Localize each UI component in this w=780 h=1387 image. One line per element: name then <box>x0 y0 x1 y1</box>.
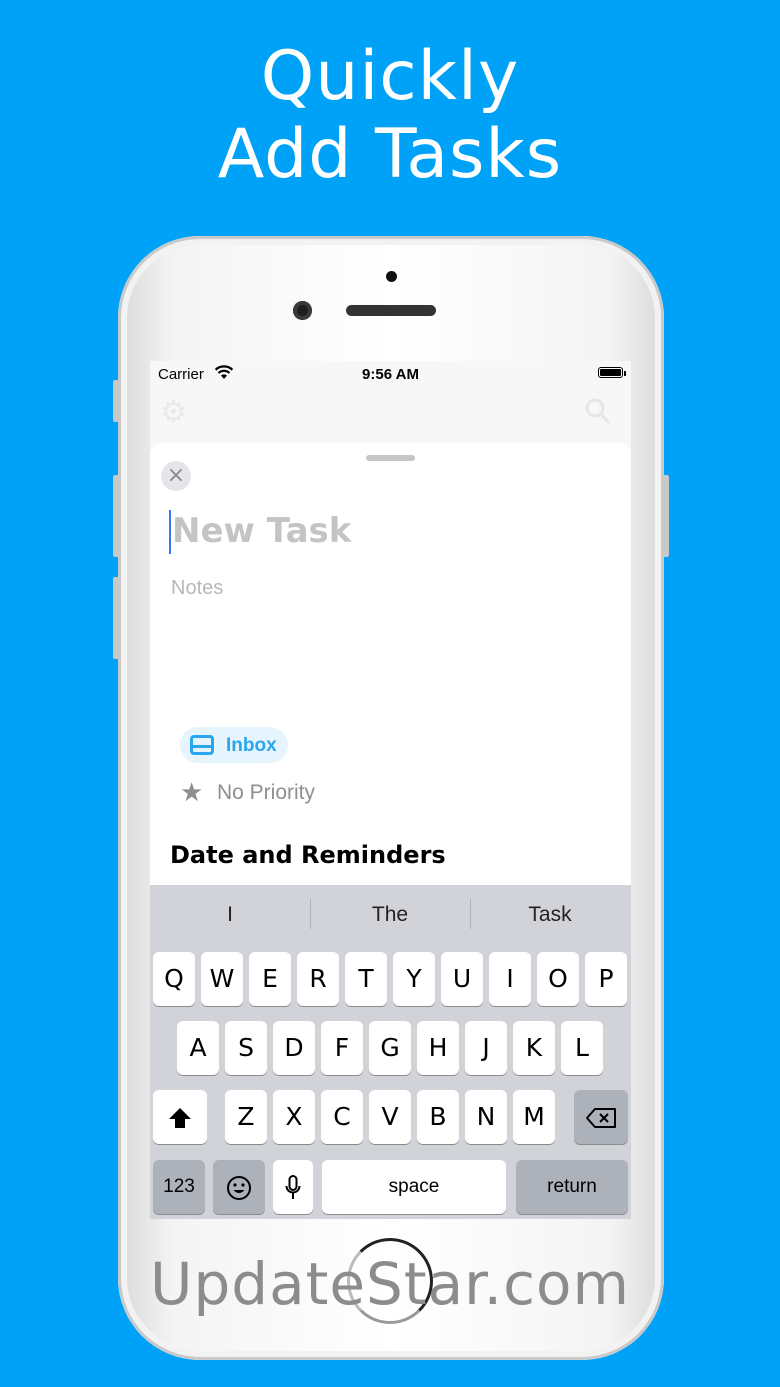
suggestion-bar: I The Task <box>150 885 631 947</box>
delete-key[interactable] <box>574 1090 628 1144</box>
phone-volume-up <box>113 475 119 557</box>
phone-mute-switch <box>113 380 119 422</box>
inbox-tray-icon <box>190 735 214 755</box>
key-l[interactable]: L <box>561 1021 603 1075</box>
task-title-input[interactable]: New Task <box>172 511 351 551</box>
key-e[interactable]: E <box>249 952 291 1006</box>
key-k[interactable]: K <box>513 1021 555 1075</box>
watermark-text: UpdateStar.com <box>150 1250 630 1318</box>
emoji-key[interactable] <box>213 1160 265 1214</box>
space-key[interactable]: space <box>322 1160 506 1214</box>
battery-tip <box>624 371 626 376</box>
sheet-grabber[interactable] <box>366 455 415 461</box>
key-m[interactable]: M <box>513 1090 555 1144</box>
key-u[interactable]: U <box>441 952 483 1006</box>
key-i[interactable]: I <box>489 952 531 1006</box>
headline-line1: Quickly <box>260 37 520 116</box>
key-x[interactable]: X <box>273 1090 315 1144</box>
key-p[interactable]: P <box>585 952 627 1006</box>
settings-gear-icon[interactable]: ⚙ <box>160 395 187 430</box>
date-reminders-heading: Date and Reminders <box>170 841 446 869</box>
key-s[interactable]: S <box>225 1021 267 1075</box>
status-bar: Carrier 9:56 AM <box>150 361 631 389</box>
key-c[interactable]: C <box>321 1090 363 1144</box>
key-a[interactable]: A <box>177 1021 219 1075</box>
key-v[interactable]: V <box>369 1090 411 1144</box>
headline-line2: Add Tasks <box>217 115 563 194</box>
key-d[interactable]: D <box>273 1021 315 1075</box>
key-y[interactable]: Y <box>393 952 435 1006</box>
close-button[interactable]: × <box>161 461 191 491</box>
key-r[interactable]: R <box>297 952 339 1006</box>
suggestion-3[interactable]: Task <box>470 903 630 927</box>
key-g[interactable]: G <box>369 1021 411 1075</box>
key-j[interactable]: J <box>465 1021 507 1075</box>
close-icon: × <box>166 463 186 488</box>
text-caret <box>169 510 171 554</box>
key-h[interactable]: H <box>417 1021 459 1075</box>
key-n[interactable]: N <box>465 1090 507 1144</box>
status-time: 9:56 AM <box>362 366 419 383</box>
dictation-key[interactable] <box>273 1160 313 1214</box>
key-b[interactable]: B <box>417 1090 459 1144</box>
phone-volume-down <box>113 577 119 659</box>
emoji-icon <box>227 1176 251 1200</box>
priority-label: No Priority <box>217 781 316 804</box>
key-o[interactable]: O <box>537 952 579 1006</box>
shift-icon <box>169 1108 191 1128</box>
key-f[interactable]: F <box>321 1021 363 1075</box>
phone-power-button <box>663 475 669 557</box>
key-w[interactable]: W <box>201 952 243 1006</box>
front-camera <box>293 301 312 320</box>
notes-input[interactable]: Notes <box>171 577 223 600</box>
keyboard: I The Task Q W E R T Y U I O P A S D F G… <box>150 885 631 1219</box>
key-t[interactable]: T <box>345 952 387 1006</box>
shift-key[interactable] <box>153 1090 207 1144</box>
phone-screen: Carrier 9:56 AM ⚙ × New Task Notes Inbox… <box>150 361 631 1219</box>
star-icon: ★ <box>180 778 204 808</box>
return-key[interactable]: return <box>516 1160 628 1214</box>
suggestion-2[interactable]: The <box>310 903 470 927</box>
delete-icon <box>586 1108 616 1128</box>
suggestion-1[interactable]: I <box>150 903 310 927</box>
list-selector-chip[interactable]: Inbox <box>180 727 288 763</box>
front-sensor <box>386 271 397 282</box>
microphone-icon <box>285 1175 301 1199</box>
key-q[interactable]: Q <box>153 952 195 1006</box>
numbers-key[interactable]: 123 <box>153 1160 205 1214</box>
earpiece-speaker <box>346 305 436 316</box>
search-icon[interactable] <box>584 397 610 433</box>
list-chip-label: Inbox <box>226 735 277 756</box>
key-z[interactable]: Z <box>225 1090 267 1144</box>
new-task-sheet: × New Task Notes Inbox ★ No Priority Dat… <box>150 443 631 903</box>
battery-icon <box>598 367 623 378</box>
